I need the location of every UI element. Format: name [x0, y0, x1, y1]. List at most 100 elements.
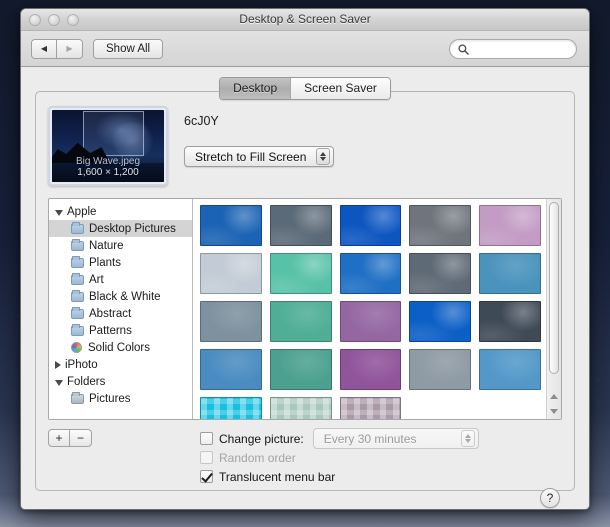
- sidebar-item-plants[interactable]: Plants: [49, 254, 192, 271]
- wallpaper-thumbnail[interactable]: [270, 253, 332, 294]
- folder-icon: [71, 241, 84, 251]
- show-all-button[interactable]: Show All: [93, 39, 163, 59]
- wallpaper-grid[interactable]: [193, 199, 546, 419]
- wallpaper-thumbnail[interactable]: [479, 349, 541, 390]
- sidebar-item-label: Black & White: [89, 291, 161, 303]
- content-area: Desktop Screen Saver Big Wave.jpeg 1,600…: [21, 67, 589, 509]
- source-list[interactable]: Apple Desktop Pictures Nature Plants: [49, 199, 193, 419]
- wallpaper-thumbnail[interactable]: [200, 349, 262, 390]
- sidebar-group-folders[interactable]: Folders: [49, 373, 192, 390]
- wallpaper-thumbnail[interactable]: [200, 397, 262, 419]
- wallpaper-thumbnail[interactable]: [409, 253, 471, 294]
- wallpaper-thumbnail[interactable]: [409, 205, 471, 246]
- fill-mode-popup[interactable]: Stretch to Fill Screen: [184, 146, 334, 167]
- add-folder-button[interactable]: +: [48, 429, 70, 447]
- folder-icon: [71, 258, 84, 268]
- sidebar-item-label: Art: [89, 274, 104, 286]
- wallpaper-preview[interactable]: Big Wave.jpeg 1,600 × 1,200: [48, 106, 168, 186]
- wallpaper-grid-wrapper: [193, 199, 561, 419]
- random-order-checkbox[interactable]: [200, 451, 213, 464]
- system-preferences-window: Desktop & Screen Saver ◀ ▶ Show All Desk…: [20, 8, 590, 510]
- pictures-folder-icon: [71, 394, 84, 404]
- sidebar-item-nature[interactable]: Nature: [49, 237, 192, 254]
- help-button[interactable]: ?: [540, 488, 560, 508]
- wallpaper-thumbnail[interactable]: [200, 205, 262, 246]
- change-picture-label: Change picture:: [219, 432, 304, 446]
- wallpaper-thumbnail[interactable]: [479, 253, 541, 294]
- disclosure-triangle-icon[interactable]: [55, 361, 61, 369]
- tab-desktop[interactable]: Desktop: [220, 78, 290, 99]
- wallpaper-thumbnail[interactable]: [270, 397, 332, 419]
- folder-icon: [71, 275, 84, 285]
- wallpaper-thumbnail[interactable]: [479, 205, 541, 246]
- sidebar-item-art[interactable]: Art: [49, 271, 192, 288]
- footer-controls: + − Change picture: Every 30 minutes: [48, 429, 562, 510]
- wallpaper-thumbnail[interactable]: [340, 205, 402, 246]
- sidebar-group-iphoto[interactable]: iPhoto: [49, 356, 192, 373]
- sidebar-item-label: Nature: [89, 240, 124, 252]
- translucent-menu-bar-checkbox[interactable]: [200, 470, 213, 483]
- folder-icon: [71, 309, 84, 319]
- sidebar-item-solid-colors[interactable]: Solid Colors: [49, 339, 192, 356]
- scroll-up-button[interactable]: [547, 389, 561, 404]
- sidebar-item-black-and-white[interactable]: Black & White: [49, 288, 192, 305]
- sidebar-item-patterns[interactable]: Patterns: [49, 322, 192, 339]
- search-input[interactable]: [473, 43, 568, 55]
- window-titlebar[interactable]: Desktop & Screen Saver: [21, 9, 589, 31]
- wallpaper-thumbnail[interactable]: [340, 301, 402, 342]
- search-field[interactable]: [449, 39, 577, 59]
- color-wheel-icon: [71, 342, 82, 353]
- grid-scrollbar[interactable]: [546, 199, 561, 419]
- sidebar-item-label: Plants: [89, 257, 121, 269]
- remove-folder-button[interactable]: −: [70, 429, 92, 447]
- add-remove-segment: + −: [48, 429, 92, 447]
- change-interval-label: Every 30 minutes: [324, 432, 417, 446]
- search-icon: [458, 44, 469, 55]
- translucent-menu-bar-label: Translucent menu bar: [219, 470, 335, 484]
- disclosure-triangle-icon[interactable]: [55, 210, 63, 216]
- wallpaper-thumbnail[interactable]: [270, 349, 332, 390]
- wallpaper-thumbnail[interactable]: [409, 349, 471, 390]
- wallpaper-thumbnail[interactable]: [270, 205, 332, 246]
- change-picture-row: Change picture: Every 30 minutes: [200, 429, 479, 448]
- sidebar-item-pictures[interactable]: Pictures: [49, 390, 192, 407]
- sidebar-item-label: Pictures: [89, 393, 131, 405]
- window-title: Desktop & Screen Saver: [21, 12, 589, 26]
- scroll-down-button[interactable]: [547, 404, 561, 419]
- wallpaper-thumbnail[interactable]: [340, 253, 402, 294]
- wallpaper-thumbnail[interactable]: [409, 301, 471, 342]
- sidebar-group-label: Folders: [67, 376, 105, 388]
- wallpaper-thumbnail[interactable]: [200, 301, 262, 342]
- sidebar-item-desktop-pictures[interactable]: Desktop Pictures: [49, 220, 192, 237]
- wallpaper-thumbnail[interactable]: [200, 253, 262, 294]
- sidebar-item-label: Patterns: [89, 325, 132, 337]
- folder-icon: [71, 326, 84, 336]
- sidebar-item-label: Abstract: [89, 308, 131, 320]
- preview-water: [52, 163, 164, 182]
- sidebar-group-label: iPhoto: [65, 359, 98, 371]
- preview-image: Big Wave.jpeg 1,600 × 1,200: [52, 110, 164, 182]
- change-picture-checkbox[interactable]: [200, 432, 213, 445]
- scrollbar-thumb[interactable]: [549, 202, 559, 374]
- tab-strip: Desktop Screen Saver: [35, 77, 575, 100]
- toolbar: ◀ ▶ Show All: [21, 31, 589, 67]
- tab-screen-saver[interactable]: Screen Saver: [290, 78, 390, 99]
- disclosure-triangle-icon[interactable]: [55, 380, 63, 386]
- wallpaper-thumbnail[interactable]: [479, 301, 541, 342]
- back-button[interactable]: ◀: [31, 39, 57, 59]
- selection-info: 6cJ0Y Stretch to Fill Screen: [184, 106, 334, 167]
- options-column: Change picture: Every 30 minutes Random …: [200, 429, 479, 486]
- selected-wallpaper-name: 6cJ0Y: [184, 114, 334, 128]
- sidebar-item-abstract[interactable]: Abstract: [49, 305, 192, 322]
- sidebar-group-apple[interactable]: Apple: [49, 203, 192, 220]
- wallpaper-thumbnail[interactable]: [270, 301, 332, 342]
- wallpaper-thumbnail[interactable]: [340, 349, 402, 390]
- random-order-row: Random order: [200, 448, 479, 467]
- random-order-label: Random order: [219, 451, 296, 465]
- forward-button[interactable]: ▶: [57, 39, 83, 59]
- desktop-panel: Big Wave.jpeg 1,600 × 1,200 6cJ0Y Stretc…: [35, 91, 575, 491]
- sidebar-item-label: Solid Colors: [88, 342, 150, 354]
- change-interval-popup[interactable]: Every 30 minutes: [313, 428, 479, 449]
- wallpaper-thumbnail[interactable]: [340, 397, 402, 419]
- chevron-updown-icon: [461, 430, 475, 447]
